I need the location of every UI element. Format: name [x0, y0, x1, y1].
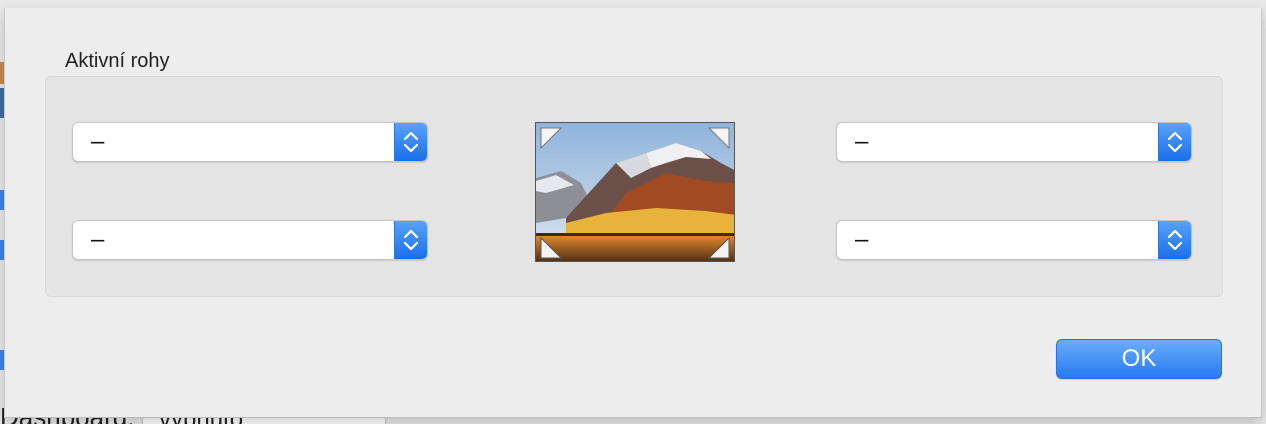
- bottom-left-corner-popup[interactable]: –: [72, 220, 428, 260]
- sheet-title: Aktivní rohy: [65, 50, 170, 72]
- bottom-left-corner-icon: [540, 237, 562, 259]
- chevron-updown-icon[interactable]: [394, 221, 427, 259]
- bottom-left-corner-value: –: [91, 226, 105, 253]
- top-right-corner-icon: [708, 127, 730, 149]
- desktop-preview-image: [535, 122, 735, 262]
- bottom-right-corner-icon: [708, 237, 730, 259]
- bottom-right-corner-value: –: [855, 226, 869, 253]
- chevron-updown-icon[interactable]: [1158, 123, 1191, 161]
- chevron-updown-icon[interactable]: [1158, 221, 1191, 259]
- top-left-corner-value: –: [91, 128, 105, 155]
- top-right-corner-popup[interactable]: –: [836, 122, 1192, 162]
- mountain-landscape-image: [536, 123, 734, 261]
- top-right-corner-value: –: [855, 128, 869, 155]
- top-left-corner-icon: [540, 127, 562, 149]
- bottom-right-corner-popup[interactable]: –: [836, 220, 1192, 260]
- ok-button[interactable]: OK: [1056, 339, 1222, 379]
- hot-corners-sheet: Aktivní rohy – – – – OK: [4, 8, 1262, 418]
- chevron-updown-icon[interactable]: [394, 123, 427, 161]
- top-left-corner-popup[interactable]: –: [72, 122, 428, 162]
